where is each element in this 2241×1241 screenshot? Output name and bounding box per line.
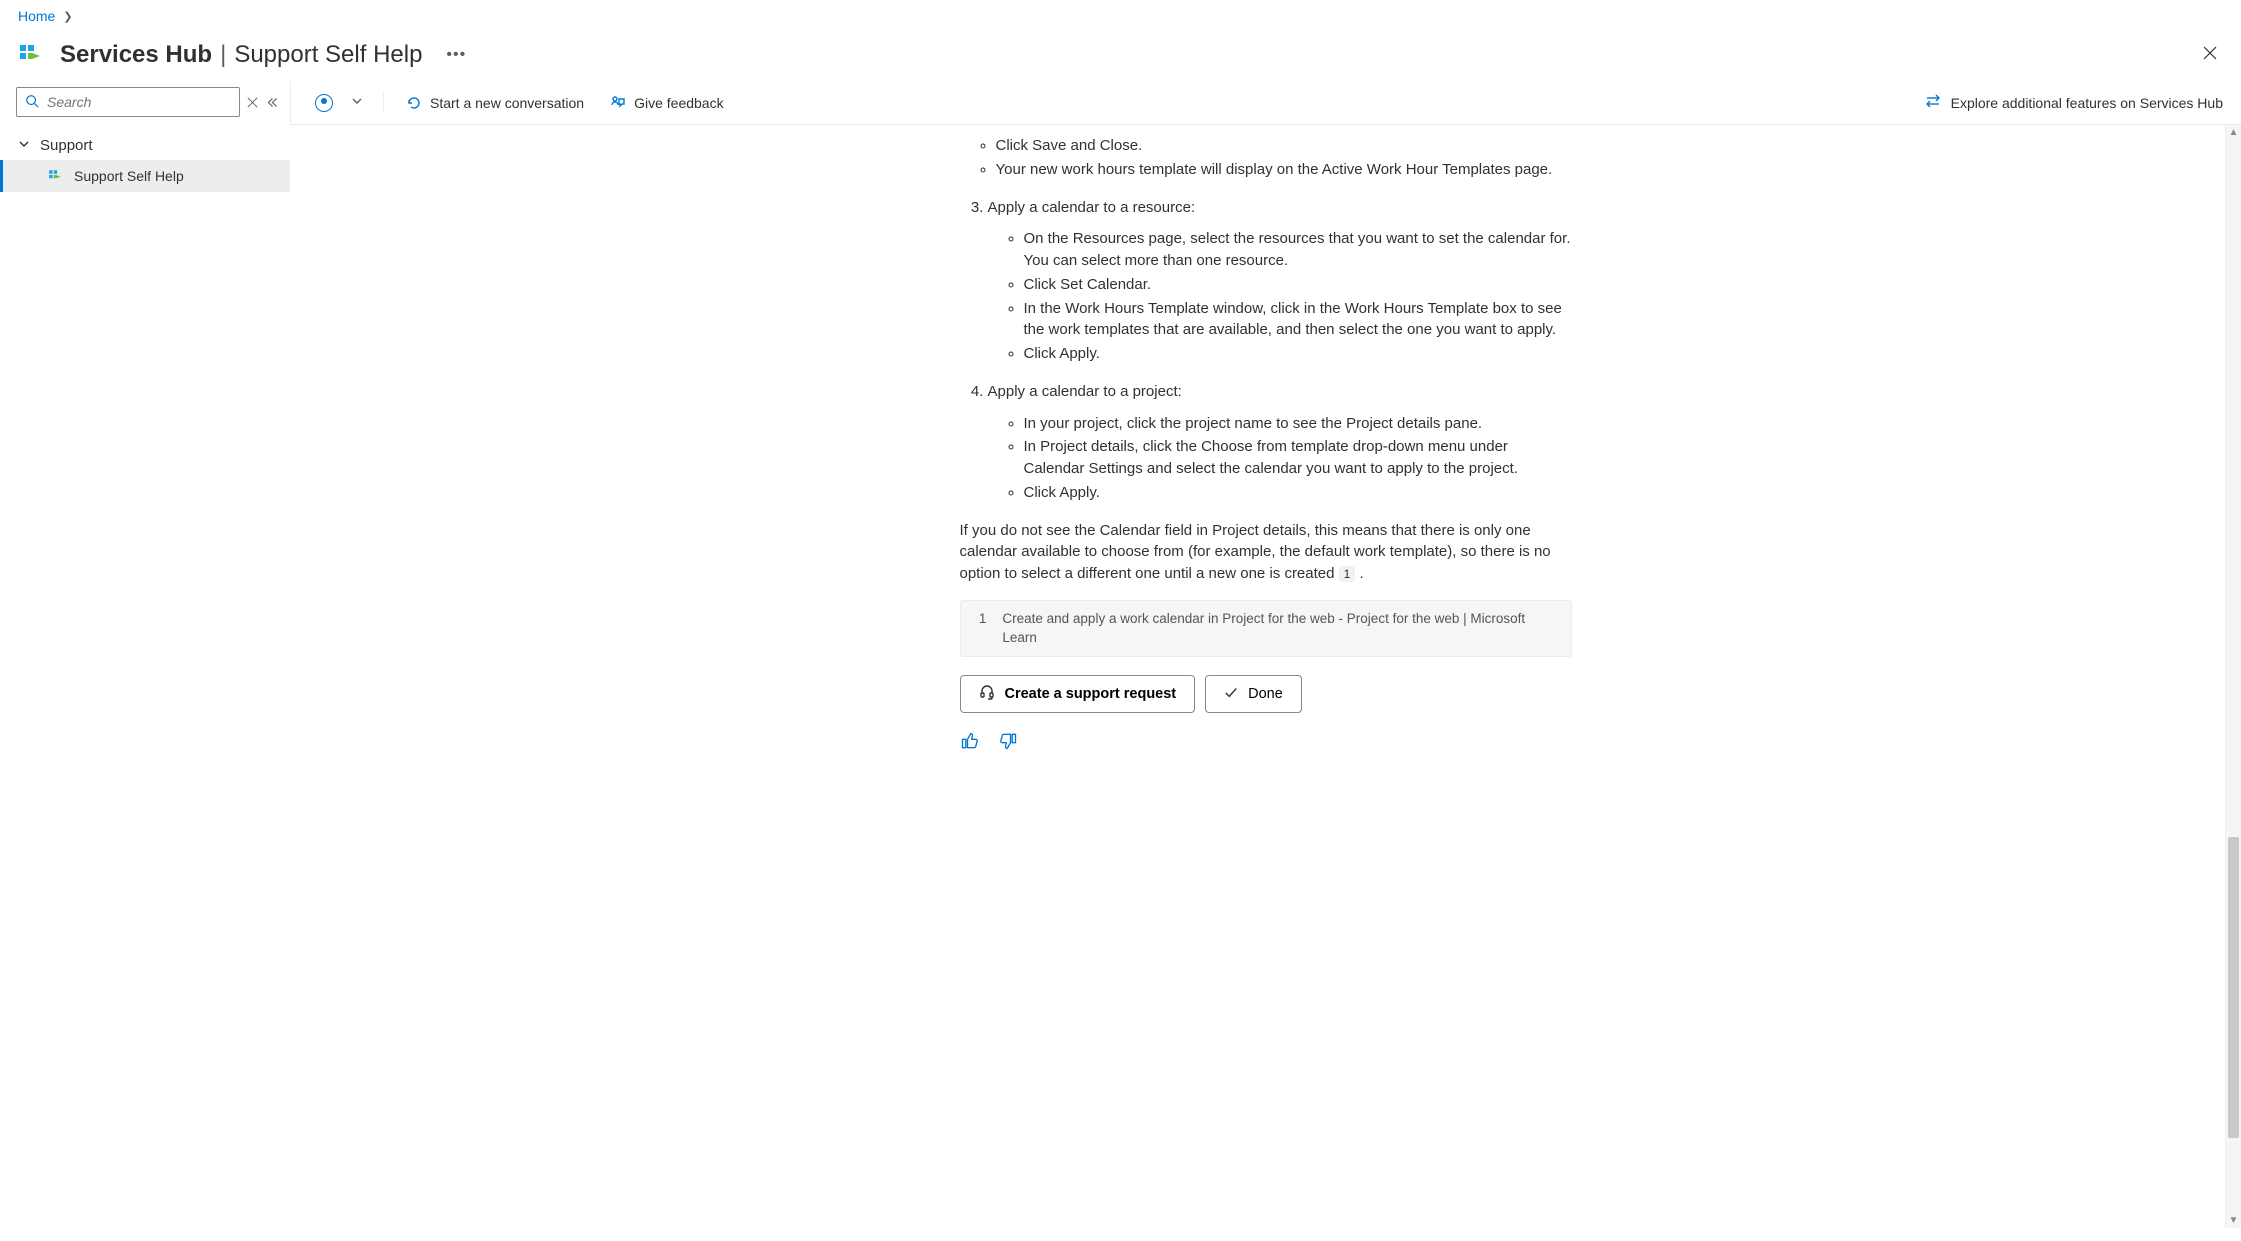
closing-text: If you do not see the Calendar field in … <box>960 522 1551 583</box>
start-new-conversation-button[interactable]: Start a new conversation <box>396 89 594 117</box>
start-new-conversation-label: Start a new conversation <box>430 95 584 111</box>
step4-title: Apply a calendar to a project: <box>988 383 1182 400</box>
search-input[interactable] <box>45 93 231 111</box>
list-item: Click Set Calendar. <box>1024 274 1572 296</box>
done-button[interactable]: Done <box>1205 675 1302 713</box>
app-name: Services Hub <box>60 41 212 69</box>
closing-paragraph: If you do not see the Calendar field in … <box>960 520 1572 585</box>
ordered-steps: Apply a calendar to a resource: On the R… <box>960 197 1572 504</box>
feedback-icon <box>610 95 626 111</box>
chevron-down-icon <box>18 138 30 153</box>
list-item: Click Apply. <box>1024 482 1572 504</box>
reference-badge[interactable]: 1 <box>1339 566 1356 582</box>
list-item: Your new work hours template will displa… <box>996 159 1572 181</box>
scrollbar-down-arrow-icon[interactable]: ▼ <box>2229 1213 2239 1228</box>
step2-sublist: Click Save and Close. Your new work hour… <box>960 135 1572 181</box>
page-subtitle: Support Self Help <box>234 41 422 69</box>
search-icon <box>25 94 39 111</box>
list-item: In the Work Hours Template window, click… <box>1024 298 1572 342</box>
thumbs-up-button[interactable] <box>960 731 980 751</box>
list-item: Click Apply. <box>1024 343 1572 365</box>
headset-icon <box>979 684 995 704</box>
toolbar-separator <box>383 93 384 112</box>
services-hub-small-icon <box>48 168 64 184</box>
scrollbar-track[interactable] <box>2226 140 2241 1213</box>
list-item: Click Save and Close. <box>996 135 1572 157</box>
step4-sublist: In your project, click the project name … <box>988 413 1572 504</box>
account-picker-chevron[interactable] <box>343 91 371 114</box>
scrollbar-thumb[interactable] <box>2228 837 2239 1137</box>
feedback-buttons <box>960 731 1572 751</box>
breadcrumb: Home ❯ <box>0 0 2241 32</box>
create-support-request-button[interactable]: Create a support request <box>960 675 1196 713</box>
services-hub-logo-icon <box>18 41 46 69</box>
collapse-sidebar-button[interactable] <box>264 89 280 115</box>
close-button[interactable] <box>2197 38 2223 71</box>
list-item: On the Resources page, select the resour… <box>1024 228 1572 272</box>
step-item: Apply a calendar to a project: In your p… <box>988 381 1572 504</box>
sidebar-item-support-self-help[interactable]: Support Self Help <box>0 160 290 192</box>
account-picker[interactable] <box>299 88 337 118</box>
refresh-icon <box>406 95 422 111</box>
breadcrumb-home-link[interactable]: Home <box>18 8 55 24</box>
search-input-wrapper[interactable] <box>16 87 240 117</box>
toolbar: Start a new conversation Give feedback <box>290 81 2241 125</box>
chevron-right-icon: ❯ <box>63 10 72 23</box>
sidebar-item-label: Support Self Help <box>74 168 184 184</box>
citation-text: Create and apply a work calendar in Proj… <box>1002 609 1558 648</box>
create-support-request-label: Create a support request <box>1005 686 1177 702</box>
nav-group-label: Support <box>40 137 93 154</box>
check-icon <box>1224 685 1238 703</box>
explore-features-link[interactable]: Explore additional features on Services … <box>1925 93 2223 112</box>
answer-card: Click Save and Close. Your new work hour… <box>936 125 1596 1220</box>
give-feedback-label: Give feedback <box>634 95 724 111</box>
person-icon <box>315 94 333 112</box>
step3-sublist: On the Resources page, select the resour… <box>988 228 1572 365</box>
thumbs-down-button[interactable] <box>998 731 1018 751</box>
nav-group-support-toggle[interactable]: Support <box>0 131 290 160</box>
scrollbar-up-arrow-icon[interactable]: ▲ <box>2229 125 2239 140</box>
swap-icon <box>1925 93 1941 112</box>
clear-search-button[interactable] <box>244 89 260 115</box>
done-label: Done <box>1248 686 1283 702</box>
list-item: In Project details, click the Choose fro… <box>1024 436 1572 480</box>
page-header: Services Hub | Support Self Help ••• <box>0 32 2241 81</box>
citation-box[interactable]: 1 Create and apply a work calendar in Pr… <box>960 600 1572 657</box>
explore-features-label: Explore additional features on Services … <box>1951 95 2223 111</box>
list-item: In your project, click the project name … <box>1024 413 1572 435</box>
title-separator: | <box>220 41 226 69</box>
answer-actions: Create a support request Done <box>960 675 1572 713</box>
vertical-scrollbar[interactable]: ▲ ▼ <box>2225 125 2241 1228</box>
step-item: Apply a calendar to a resource: On the R… <box>988 197 1572 365</box>
step3-title: Apply a calendar to a resource: <box>988 199 1196 216</box>
main-area: Start a new conversation Give feedback <box>290 81 2241 1232</box>
more-actions-button[interactable]: ••• <box>446 46 466 64</box>
content-stage: Click Save and Close. Your new work hour… <box>290 125 2241 1232</box>
nav-group-support: Support Support Self Help <box>0 125 290 198</box>
page-title: Services Hub | Support Self Help <box>60 41 422 69</box>
closing-tail: . <box>1355 565 1363 582</box>
citation-number: 1 <box>973 609 987 648</box>
give-feedback-button[interactable]: Give feedback <box>600 89 734 117</box>
sidebar: Support Support Self Help <box>0 81 290 1232</box>
